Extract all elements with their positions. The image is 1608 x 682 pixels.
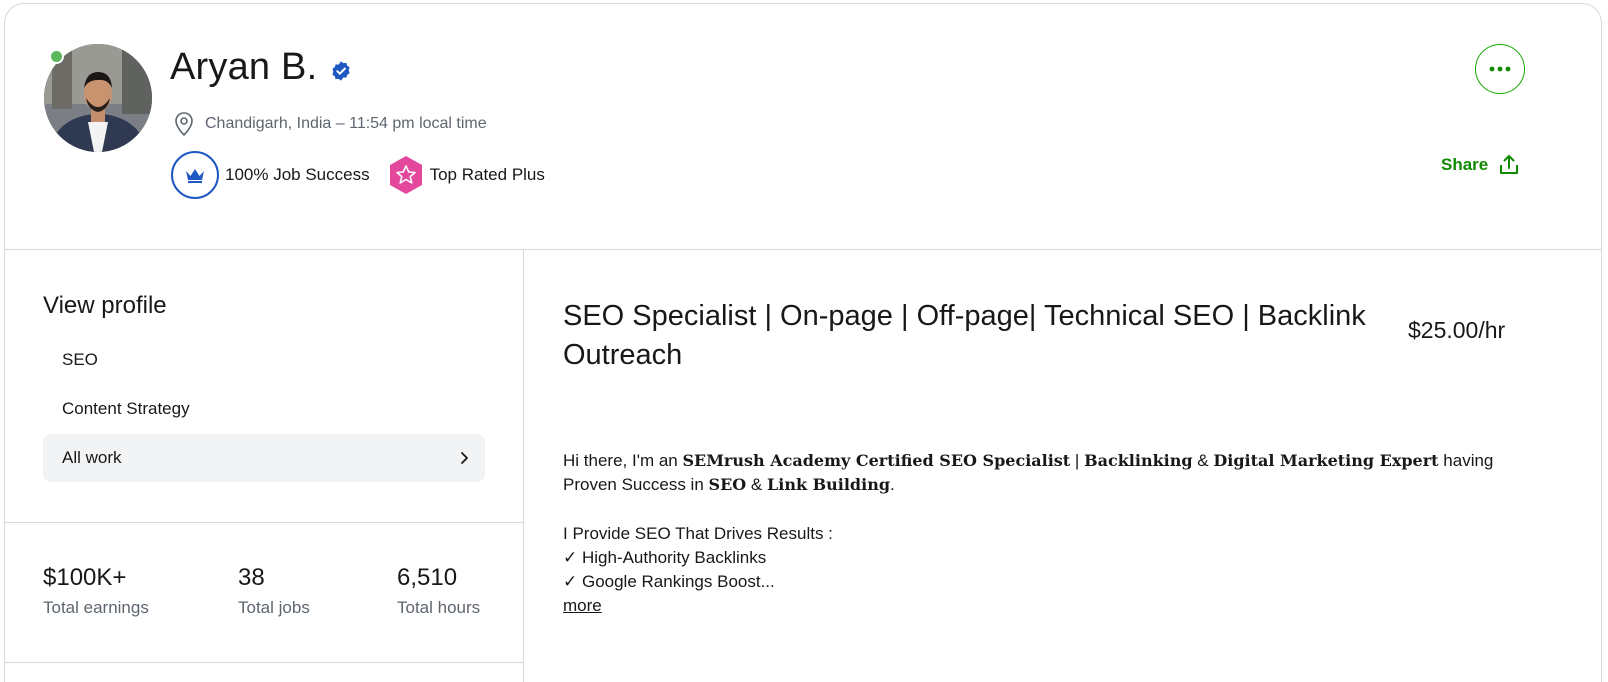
- location-pin-icon: [175, 112, 193, 137]
- ellipsis-icon: [1489, 66, 1511, 72]
- divider: [5, 522, 524, 523]
- freelancer-name: Aryan B.: [170, 46, 318, 88]
- bio-bold-text: Backlinking: [1084, 451, 1193, 470]
- job-success-badge[interactable]: 100% Job Success: [171, 151, 370, 199]
- bio-bold-text: SEMrush Academy Certified SEO Specialist: [682, 451, 1071, 470]
- profile-header: Aryan B. Chandigarh, India – 11:54 pm lo…: [5, 4, 1601, 250]
- hourly-rate: $25.00/hr: [1408, 317, 1506, 343]
- stat-value: 38: [238, 564, 265, 591]
- bio-line: ✓ High-Authority Backlinks: [563, 547, 767, 567]
- bio-text: .: [890, 475, 895, 495]
- verified-check-icon: [332, 61, 350, 81]
- share-upload-icon: [1500, 155, 1519, 174]
- sidebar-item-content-strategy[interactable]: Content Strategy: [43, 385, 485, 433]
- top-rated-label: Top Rated Plus: [429, 165, 545, 184]
- profile-title: SEO Specialist | On-page | Off-page| Tec…: [563, 300, 1366, 371]
- stat-label: Total jobs: [238, 598, 310, 617]
- view-profile-heading: View profile: [43, 292, 167, 319]
- profile-sidebar: View profile SEO Content Strategy All wo…: [5, 250, 524, 682]
- bio-text: Hi there, I'm an: [563, 451, 683, 470]
- stat-total-hours: 6,510 Total hours: [397, 564, 480, 618]
- badge-row: 100% Job Success Top Rated Plus: [171, 151, 545, 199]
- sidebar-item-label: Content Strategy: [62, 399, 190, 418]
- online-status-dot: [49, 49, 64, 64]
- stat-label: Total hours: [397, 598, 481, 617]
- stat-total-jobs: 38 Total jobs: [238, 564, 310, 618]
- location-line: Chandigarh, India – 11:54 pm local time: [173, 111, 487, 137]
- bio-bold-text: Link Building: [767, 475, 891, 495]
- star-badge-icon: [388, 155, 424, 195]
- divider: [5, 662, 524, 663]
- bio-text: &: [746, 475, 767, 495]
- profile-overview: Hi there, I'm an SEMrush Academy Certifi…: [563, 449, 1529, 594]
- stat-value: $100K+: [43, 564, 127, 591]
- bio-line: ✓ Google Rankings Boost...: [563, 572, 775, 592]
- bio-text: |: [1070, 451, 1085, 470]
- bio-text: &: [1192, 451, 1214, 470]
- bio-paragraph: Hi there, I'm an SEMrush Academy Certifi…: [563, 449, 1529, 498]
- chevron-right-icon: [461, 452, 468, 464]
- share-button[interactable]: Share: [1441, 154, 1520, 176]
- stat-total-earnings: $100K+ Total earnings: [43, 564, 149, 618]
- stat-value: 6,510: [397, 564, 458, 591]
- bio-bold-text: Digital Marketing Expert: [1213, 451, 1439, 470]
- job-success-label: 100% Job Success: [225, 165, 370, 184]
- bio-bold-text: SEO: [708, 475, 747, 495]
- more-options-button[interactable]: [1475, 44, 1525, 94]
- sidebar-item-label: All work: [62, 448, 122, 467]
- top-rated-badge[interactable]: Top Rated Plus: [388, 155, 545, 195]
- profile-card: Aryan B. Chandigarh, India – 11:54 pm lo…: [4, 3, 1602, 682]
- share-label: Share: [1441, 155, 1489, 174]
- sidebar-item-all-work[interactable]: All work: [43, 434, 485, 482]
- more-link[interactable]: more: [563, 596, 602, 616]
- sidebar-item-label: SEO: [62, 350, 98, 369]
- stat-label: Total earnings: [43, 598, 149, 617]
- bio-line: I Provide SEO That Drives Results :: [563, 523, 833, 543]
- location-text: Chandigarh, India – 11:54 pm local time: [205, 115, 487, 132]
- sidebar-item-seo[interactable]: SEO: [43, 336, 485, 384]
- crown-icon: [171, 151, 219, 199]
